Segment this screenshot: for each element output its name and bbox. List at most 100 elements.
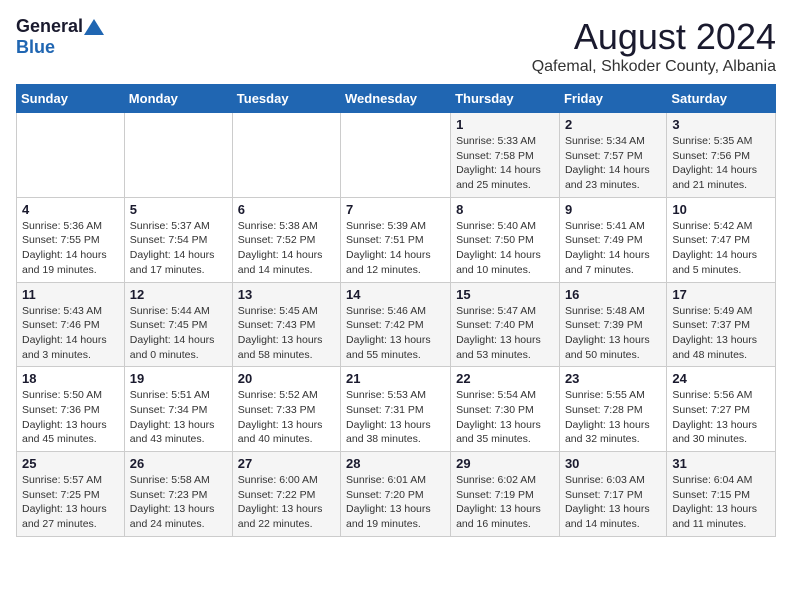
calendar-cell: 31 Sunrise: 6:04 AM Sunset: 7:15 PM Dayli… xyxy=(667,452,776,537)
calendar-week-5: 25Sunrise: 5:57 AM Sunset: 7:25 PM Dayli… xyxy=(17,452,776,537)
weekday-header-thursday: Thursday xyxy=(451,85,560,113)
day-detail: Sunrise: 6:04 AM Sunset: 7:15 PM Dayligh… xyxy=(672,473,770,532)
weekday-header-friday: Friday xyxy=(559,85,666,113)
calendar-cell xyxy=(124,113,232,198)
month-year: August 2024 xyxy=(532,16,776,58)
calendar-cell: 14Sunrise: 5:46 AM Sunset: 7:42 PM Dayli… xyxy=(341,282,451,367)
day-number: 16 xyxy=(565,287,661,302)
location: Qafemal, Shkoder County, Albania xyxy=(532,58,776,76)
calendar-cell: 6Sunrise: 5:38 AM Sunset: 7:52 PM Daylig… xyxy=(232,197,340,282)
day-detail: Sunrise: 5:51 AM Sunset: 7:34 PM Dayligh… xyxy=(130,388,227,447)
calendar-cell xyxy=(341,113,451,198)
day-number: 28 xyxy=(346,456,445,471)
day-number: 5 xyxy=(130,202,227,217)
day-number: 15 xyxy=(456,287,554,302)
calendar-cell: 1Sunrise: 5:33 AM Sunset: 7:58 PM Daylig… xyxy=(451,113,560,198)
calendar-cell: 7 Sunrise: 5:39 AM Sunset: 7:51 PM Daylig… xyxy=(341,197,451,282)
calendar-cell: 15 Sunrise: 5:47 AM Sunset: 7:40 PM Dayli… xyxy=(451,282,560,367)
day-detail: Sunrise: 6:02 AM Sunset: 7:19 PM Dayligh… xyxy=(456,473,554,532)
day-detail: Sunrise: 5:45 AM Sunset: 7:43 PM Dayligh… xyxy=(238,304,335,363)
day-number: 19 xyxy=(130,371,227,386)
day-number: 7 xyxy=(346,202,445,217)
day-detail: Sunrise: 5:58 AM Sunset: 7:23 PM Dayligh… xyxy=(130,473,227,532)
day-detail: Sunrise: 5:46 AM Sunset: 7:42 PM Dayligh… xyxy=(346,304,445,363)
day-detail: Sunrise: 5:54 AM Sunset: 7:30 PM Dayligh… xyxy=(456,388,554,447)
calendar-cell: 3 Sunrise: 5:35 AM Sunset: 7:56 PM Daylig… xyxy=(667,113,776,198)
calendar-cell: 27Sunrise: 6:00 AM Sunset: 7:22 PM Dayli… xyxy=(232,452,340,537)
day-number: 17 xyxy=(672,287,770,302)
calendar-cell: 19 Sunrise: 5:51 AM Sunset: 7:34 PM Dayli… xyxy=(124,367,232,452)
day-detail: Sunrise: 5:44 AM Sunset: 7:45 PM Dayligh… xyxy=(130,304,227,363)
calendar-header-row: SundayMondayTuesdayWednesdayThursdayFrid… xyxy=(17,85,776,113)
day-number: 10 xyxy=(672,202,770,217)
day-number: 12 xyxy=(130,287,227,302)
calendar-week-4: 18 Sunrise: 5:50 AM Sunset: 7:36 PM Dayli… xyxy=(17,367,776,452)
day-number: 11 xyxy=(22,287,119,302)
day-number: 23 xyxy=(565,371,661,386)
calendar-cell: 12 Sunrise: 5:44 AM Sunset: 7:45 PM Dayli… xyxy=(124,282,232,367)
day-number: 21 xyxy=(346,371,445,386)
day-detail: Sunrise: 5:39 AM Sunset: 7:51 PM Dayligh… xyxy=(346,219,445,278)
day-detail: Sunrise: 5:42 AM Sunset: 7:47 PM Dayligh… xyxy=(672,219,770,278)
weekday-header-tuesday: Tuesday xyxy=(232,85,340,113)
calendar-cell: 20Sunrise: 5:52 AM Sunset: 7:33 PM Dayli… xyxy=(232,367,340,452)
day-number: 6 xyxy=(238,202,335,217)
day-detail: Sunrise: 5:43 AM Sunset: 7:46 PM Dayligh… xyxy=(22,304,119,363)
day-detail: Sunrise: 6:03 AM Sunset: 7:17 PM Dayligh… xyxy=(565,473,661,532)
calendar-cell xyxy=(17,113,125,198)
day-number: 24 xyxy=(672,371,770,386)
calendar-cell: 25Sunrise: 5:57 AM Sunset: 7:25 PM Dayli… xyxy=(17,452,125,537)
calendar-cell: 13Sunrise: 5:45 AM Sunset: 7:43 PM Dayli… xyxy=(232,282,340,367)
day-number: 9 xyxy=(565,202,661,217)
logo-blue: Blue xyxy=(16,37,55,58)
calendar-cell: 29 Sunrise: 6:02 AM Sunset: 7:19 PM Dayli… xyxy=(451,452,560,537)
calendar-cell: 8Sunrise: 5:40 AM Sunset: 7:50 PM Daylig… xyxy=(451,197,560,282)
logo-triangle-icon xyxy=(84,17,104,37)
calendar-cell: 22Sunrise: 5:54 AM Sunset: 7:30 PM Dayli… xyxy=(451,367,560,452)
day-detail: Sunrise: 5:37 AM Sunset: 7:54 PM Dayligh… xyxy=(130,219,227,278)
day-detail: Sunrise: 5:52 AM Sunset: 7:33 PM Dayligh… xyxy=(238,388,335,447)
day-detail: Sunrise: 5:56 AM Sunset: 7:27 PM Dayligh… xyxy=(672,388,770,447)
calendar-cell xyxy=(232,113,340,198)
day-number: 18 xyxy=(22,371,119,386)
calendar-week-3: 11 Sunrise: 5:43 AM Sunset: 7:46 PM Dayli… xyxy=(17,282,776,367)
calendar-cell: 24 Sunrise: 5:56 AM Sunset: 7:27 PM Dayli… xyxy=(667,367,776,452)
calendar-cell: 2Sunrise: 5:34 AM Sunset: 7:57 PM Daylig… xyxy=(559,113,666,198)
weekday-header-sunday: Sunday xyxy=(17,85,125,113)
calendar: SundayMondayTuesdayWednesdayThursdayFrid… xyxy=(16,84,776,537)
day-detail: Sunrise: 5:48 AM Sunset: 7:39 PM Dayligh… xyxy=(565,304,661,363)
day-number: 1 xyxy=(456,117,554,132)
day-number: 26 xyxy=(130,456,227,471)
calendar-cell: 17 Sunrise: 5:49 AM Sunset: 7:37 PM Dayli… xyxy=(667,282,776,367)
calendar-cell: 23 Sunrise: 5:55 AM Sunset: 7:28 PM Dayli… xyxy=(559,367,666,452)
day-number: 31 xyxy=(672,456,770,471)
calendar-cell: 5 Sunrise: 5:37 AM Sunset: 7:54 PM Daylig… xyxy=(124,197,232,282)
day-detail: Sunrise: 5:50 AM Sunset: 7:36 PM Dayligh… xyxy=(22,388,119,447)
day-detail: Sunrise: 6:01 AM Sunset: 7:20 PM Dayligh… xyxy=(346,473,445,532)
day-detail: Sunrise: 5:34 AM Sunset: 7:57 PM Dayligh… xyxy=(565,134,661,193)
calendar-week-2: 4 Sunrise: 5:36 AM Sunset: 7:55 PM Daylig… xyxy=(17,197,776,282)
day-detail: Sunrise: 5:55 AM Sunset: 7:28 PM Dayligh… xyxy=(565,388,661,447)
calendar-cell: 28 Sunrise: 6:01 AM Sunset: 7:20 PM Dayli… xyxy=(341,452,451,537)
calendar-cell: 16 Sunrise: 5:48 AM Sunset: 7:39 PM Dayli… xyxy=(559,282,666,367)
logo-general: General xyxy=(16,16,83,37)
calendar-cell: 26 Sunrise: 5:58 AM Sunset: 7:23 PM Dayli… xyxy=(124,452,232,537)
logo: General Blue xyxy=(16,16,105,58)
calendar-cell: 18 Sunrise: 5:50 AM Sunset: 7:36 PM Dayli… xyxy=(17,367,125,452)
day-number: 4 xyxy=(22,202,119,217)
day-detail: Sunrise: 5:41 AM Sunset: 7:49 PM Dayligh… xyxy=(565,219,661,278)
day-detail: Sunrise: 5:35 AM Sunset: 7:56 PM Dayligh… xyxy=(672,134,770,193)
calendar-cell: 21Sunrise: 5:53 AM Sunset: 7:31 PM Dayli… xyxy=(341,367,451,452)
day-number: 27 xyxy=(238,456,335,471)
day-number: 29 xyxy=(456,456,554,471)
weekday-header-saturday: Saturday xyxy=(667,85,776,113)
day-number: 25 xyxy=(22,456,119,471)
day-detail: Sunrise: 5:49 AM Sunset: 7:37 PM Dayligh… xyxy=(672,304,770,363)
header-section: General Blue August 2024 Qafemal, Shkode… xyxy=(16,16,776,76)
calendar-cell: 11 Sunrise: 5:43 AM Sunset: 7:46 PM Dayli… xyxy=(17,282,125,367)
day-detail: Sunrise: 5:47 AM Sunset: 7:40 PM Dayligh… xyxy=(456,304,554,363)
title-section: August 2024 Qafemal, Shkoder County, Alb… xyxy=(532,16,776,76)
weekday-header-monday: Monday xyxy=(124,85,232,113)
day-number: 3 xyxy=(672,117,770,132)
day-detail: Sunrise: 5:36 AM Sunset: 7:55 PM Dayligh… xyxy=(22,219,119,278)
